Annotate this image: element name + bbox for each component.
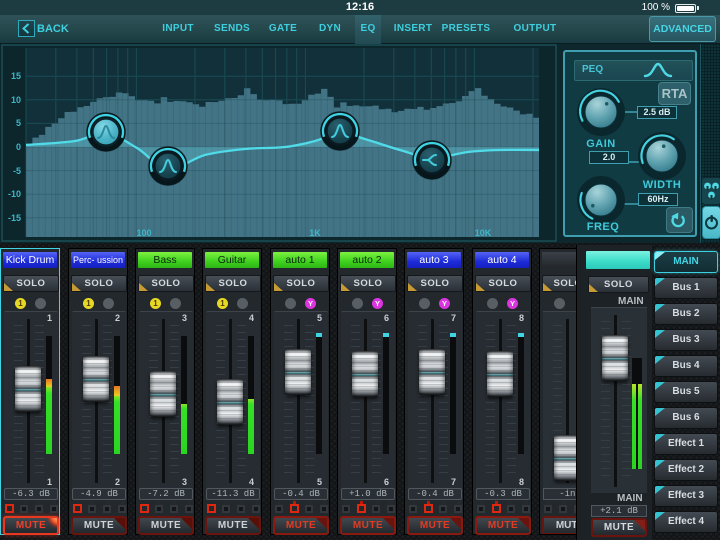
svg-text:-5: -5: [13, 166, 21, 176]
svg-text:15: 15: [11, 71, 21, 81]
svg-text:1K: 1K: [309, 228, 321, 238]
svg-text:-15: -15: [8, 213, 21, 223]
svg-text:0: 0: [16, 142, 21, 152]
svg-text:5: 5: [16, 118, 21, 128]
svg-text:-10: -10: [8, 189, 21, 199]
svg-text:100: 100: [136, 228, 151, 238]
svg-text:10: 10: [11, 95, 21, 105]
svg-text:10K: 10K: [475, 228, 492, 238]
